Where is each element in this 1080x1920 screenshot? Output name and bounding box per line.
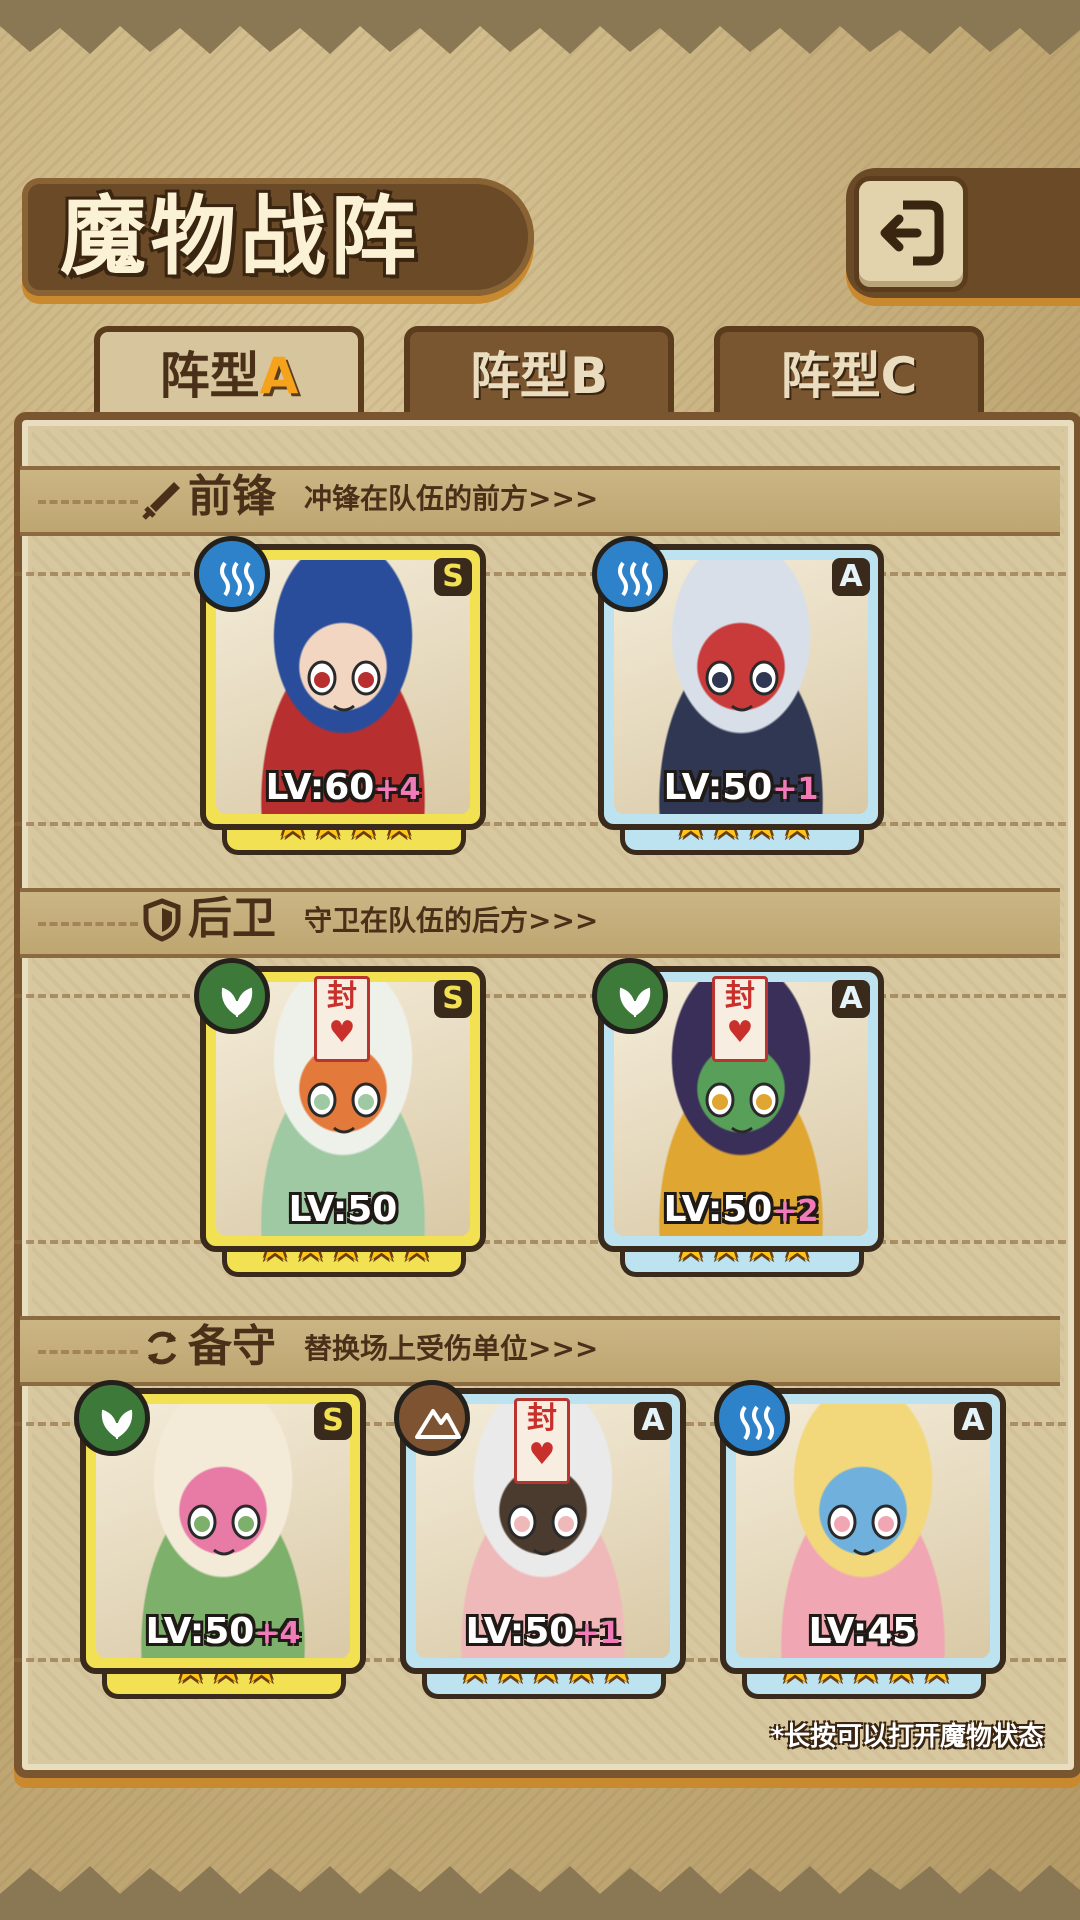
level-label: LV:45	[808, 1611, 918, 1652]
tab-formation-c[interactable]: 阵型C	[714, 326, 984, 422]
tab-letter: B	[569, 347, 609, 405]
rank-badge: S	[314, 1402, 352, 1440]
seal-talisman: 封 ♥	[514, 1398, 570, 1484]
section-desc-front: 冲锋在队伍的前方>>>	[304, 482, 599, 515]
rank-badge: S	[434, 558, 472, 596]
section-title-front: 前锋	[188, 471, 276, 522]
rank-badge: S	[434, 980, 472, 1018]
leaf-element-icon	[74, 1380, 150, 1456]
water-element-icon	[194, 536, 270, 612]
tab-label: 阵型	[159, 347, 260, 405]
level-label: LV:60+4	[265, 767, 421, 808]
rank-badge: A	[954, 1402, 992, 1440]
long-press-hint: *长按可以打开魔物状态	[770, 1722, 1044, 1752]
section-title-reserve: 备守	[188, 1321, 276, 1372]
water-element-icon	[714, 1380, 790, 1456]
rank-badge: A	[634, 1402, 672, 1440]
leaf-element-icon	[194, 958, 270, 1034]
tab-formation-b[interactable]: 阵型B	[404, 326, 674, 422]
page-title: 魔物战阵	[60, 186, 420, 287]
tab-letter: C	[880, 347, 918, 405]
level-label: LV:50	[288, 1189, 398, 1230]
section-desc-back: 守卫在队伍的后方>>>	[304, 904, 599, 937]
earth-element-icon	[394, 1380, 470, 1456]
section-desc-reserve: 替换场上受伤单位>>>	[304, 1332, 599, 1365]
torn-paper-bottom-edge	[0, 1865, 1080, 1920]
tab-label: 阵型	[780, 347, 881, 405]
torn-paper-top-edge	[0, 0, 1080, 55]
seal-talisman: 封 ♥	[712, 976, 768, 1062]
tab-label: 阵型	[469, 347, 570, 405]
level-label: LV:50+1	[465, 1611, 621, 1652]
shield-icon	[143, 898, 181, 942]
leaf-element-icon	[592, 958, 668, 1034]
back-arrow-icon	[880, 200, 944, 266]
level-label: LV:50+4	[145, 1611, 301, 1652]
back-button[interactable]	[854, 176, 968, 292]
water-element-icon	[592, 536, 668, 612]
seal-talisman: 封 ♥	[314, 976, 370, 1062]
rank-badge: A	[832, 980, 870, 1018]
rank-badge: A	[832, 558, 870, 596]
sword-icon	[142, 482, 180, 520]
tab-letter: A	[259, 347, 299, 405]
tab-formation-a[interactable]: 阵型A	[94, 326, 364, 422]
section-title-back: 后卫	[188, 893, 276, 944]
level-label: LV:50+1	[663, 767, 819, 808]
swap-icon	[147, 1331, 177, 1365]
level-label: LV:50+2	[663, 1189, 819, 1230]
